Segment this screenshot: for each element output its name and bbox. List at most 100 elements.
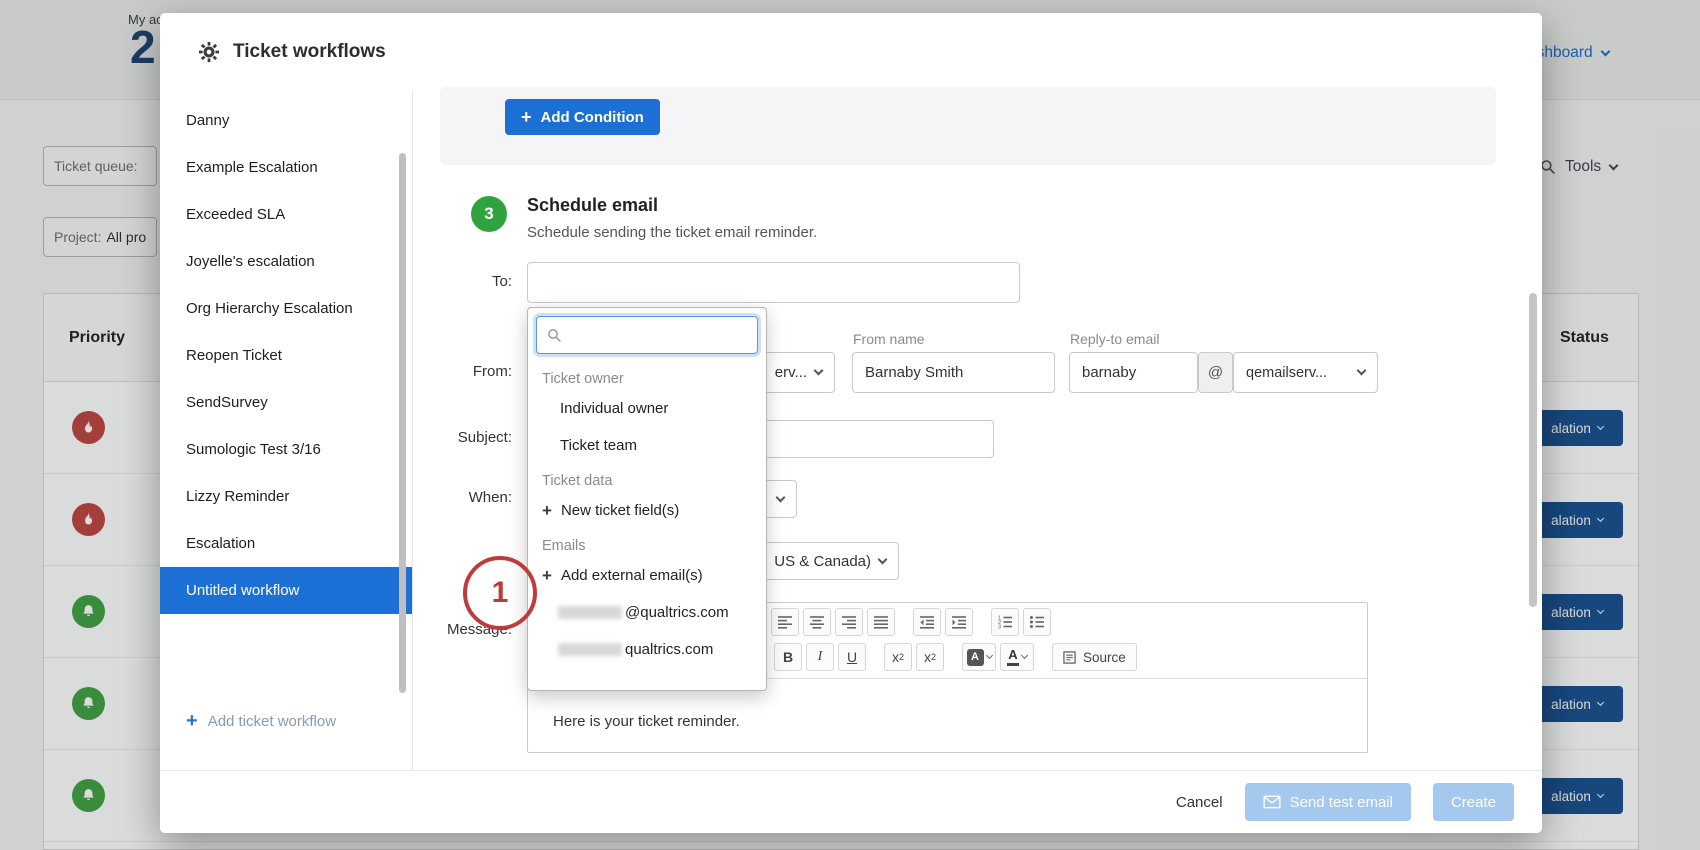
modal-title: Ticket workflows (233, 41, 386, 62)
source-icon (1063, 650, 1076, 664)
sidebar-item-label: Danny (186, 112, 230, 129)
dropdown-search-box[interactable] (536, 316, 758, 354)
sidebar-item[interactable]: Exceeded SLA (160, 191, 412, 238)
option-individual-owner[interactable]: Individual owner (528, 390, 766, 427)
group-ticket-owner: Ticket owner (542, 371, 624, 387)
unordered-list-button[interactable] (1023, 608, 1051, 636)
reply-to-label: Reply-to email (1070, 331, 1160, 347)
sidebar-item-label: SendSurvey (186, 394, 268, 411)
sidebar-item[interactable]: Reopen Ticket (160, 332, 412, 379)
when-label: When: (468, 489, 512, 506)
editor-toolbar-row-1: 123 (771, 608, 1051, 636)
sidebar-item-label: Example Escalation (186, 159, 318, 176)
to-label: To: (491, 273, 512, 290)
sidebar-item-label: Escalation (186, 535, 256, 552)
background-color-button[interactable]: A (1000, 643, 1034, 671)
recipient-dropdown: Ticket owner Individual owner Ticket tea… (527, 307, 767, 691)
chevron-down-icon (1020, 651, 1028, 660)
chevron-down-icon (985, 651, 993, 660)
superscript-base: x (923, 649, 931, 665)
subscript-digit: 2 (898, 652, 904, 662)
svg-text:3: 3 (998, 625, 1001, 630)
create-button[interactable]: Create (1432, 783, 1514, 821)
indent-button[interactable] (945, 608, 973, 636)
editor-toolbar-row-2: B I U x2 x2 A A Source (774, 643, 1137, 671)
plus-icon: + (186, 710, 198, 732)
sidebar-item-label: Untitled workflow (186, 582, 300, 599)
to-input[interactable] (527, 262, 1020, 303)
add-ticket-workflow-button[interactable]: + Add ticket workflow (186, 711, 336, 731)
background-color-icon: A (1007, 648, 1019, 666)
gear-icon (198, 41, 220, 63)
search-icon (548, 328, 562, 342)
chevron-down-icon (1356, 365, 1367, 376)
step-subtitle: Schedule sending the ticket email remind… (527, 224, 818, 241)
workflow-sidebar: Danny Example Escalation Exceeded SLA Jo… (160, 91, 413, 770)
dropdown-search-input[interactable] (570, 327, 747, 343)
email-option[interactable]: qualtrics.com (528, 631, 766, 668)
subscript-base: x (891, 649, 899, 665)
align-center-button[interactable] (803, 608, 831, 636)
sidebar-scrollbar[interactable] (399, 153, 406, 693)
sidebar-item[interactable]: Example Escalation (160, 144, 412, 191)
app-root: My ac 2 ashboard Ticket queue: Project: … (0, 0, 1700, 850)
ordered-list-button[interactable]: 123 (991, 608, 1019, 636)
redacted-email-text (558, 606, 622, 619)
sidebar-item-selected[interactable]: Untitled workflow (160, 567, 412, 614)
text-color-button[interactable]: A (962, 643, 996, 671)
source-button[interactable]: Source (1052, 643, 1137, 671)
email-suffix: @qualtrics.com (625, 604, 729, 621)
sidebar-item-label: Joyelle's escalation (186, 253, 315, 270)
italic-button[interactable]: I (806, 643, 834, 671)
cancel-button[interactable]: Cancel (1176, 794, 1223, 811)
align-right-button[interactable] (835, 608, 863, 636)
from-name-input[interactable] (852, 352, 1055, 393)
sidebar-item[interactable]: Org Hierarchy Escalation (160, 285, 412, 332)
text-color-icon: A (966, 648, 984, 666)
option-new-ticket-field-label: New ticket field(s) (560, 502, 680, 519)
step-number-badge: 3 (471, 196, 507, 232)
reply-to-input[interactable] (1069, 352, 1198, 393)
bold-button[interactable]: B (774, 643, 802, 671)
email-option[interactable]: @qualtrics.com (528, 594, 766, 631)
sidebar-item[interactable]: Joyelle's escalation (160, 238, 412, 285)
reply-to-domain-select[interactable]: qemailserv... (1233, 352, 1378, 393)
chevron-down-icon (813, 365, 824, 376)
subscript-button[interactable]: x2 (884, 643, 912, 671)
outdent-button[interactable] (913, 608, 941, 636)
modal-content-scrollbar[interactable] (1529, 293, 1537, 607)
sidebar-item[interactable]: Escalation (160, 520, 412, 567)
send-test-email-button[interactable]: Send test email (1244, 783, 1411, 821)
group-emails: Emails (542, 538, 586, 554)
option-ticket-team[interactable]: Ticket team (528, 427, 766, 464)
sidebar-item-label: Lizzy Reminder (186, 488, 290, 505)
option-add-external-email-label: Add external email(s) (560, 567, 703, 584)
sidebar-item[interactable]: Danny (160, 97, 412, 144)
from-name-label: From name (853, 331, 925, 347)
source-button-label: Source (1083, 649, 1126, 665)
ticket-workflows-modal: Ticket workflows Danny Example Escalatio… (160, 13, 1542, 833)
sidebar-item[interactable]: SendSurvey (160, 379, 412, 426)
sidebar-item[interactable]: Lizzy Reminder (160, 473, 412, 520)
plus-icon: + (521, 107, 532, 127)
plus-icon: + (542, 566, 552, 585)
superscript-button[interactable]: x2 (916, 643, 944, 671)
option-add-external-email[interactable]: + Add external email(s) (528, 557, 766, 594)
sidebar-item[interactable]: Sumologic Test 3/16 (160, 426, 412, 473)
add-ticket-workflow-label: Add ticket workflow (207, 712, 337, 730)
from-label: From: (472, 363, 512, 380)
add-condition-button[interactable]: + Add Condition (505, 99, 660, 135)
timezone-visible-text: US & Canada) (774, 552, 871, 570)
step-title: Schedule email (527, 195, 659, 215)
superscript-digit: 2 (930, 652, 936, 662)
annotation-step-1-badge: 1 (463, 556, 537, 630)
redacted-email-text (558, 643, 622, 656)
align-left-button[interactable] (771, 608, 799, 636)
justify-button[interactable] (867, 608, 895, 636)
chevron-down-icon (775, 492, 786, 502)
option-new-ticket-field[interactable]: + New ticket field(s) (528, 492, 766, 529)
reply-to-domain-text: qemailserv... (1246, 364, 1328, 381)
send-test-email-label: Send test email (1289, 793, 1393, 811)
underline-button[interactable]: U (838, 643, 866, 671)
at-symbol: @ (1198, 352, 1233, 393)
